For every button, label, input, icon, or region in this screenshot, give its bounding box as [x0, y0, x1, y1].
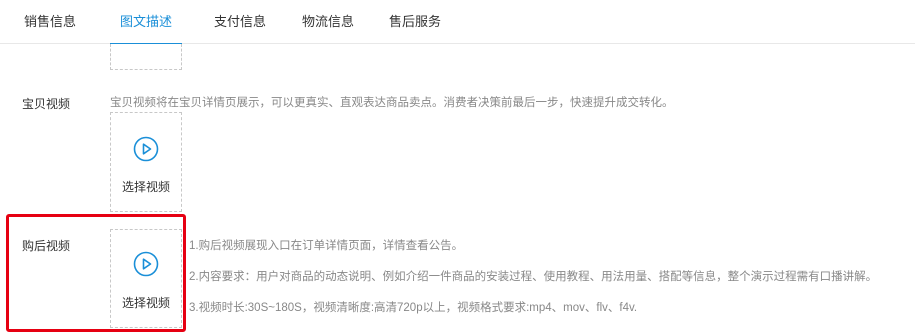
video-section-label: 宝贝视频: [22, 97, 71, 111]
tab-payment-info[interactable]: 支付信息: [214, 0, 266, 44]
play-circle-icon: [133, 136, 159, 162]
previous-upload-box: [110, 44, 182, 70]
tab-bar: 销售信息 图文描述 支付信息 物流信息 售后服务: [0, 0, 915, 45]
video-upload-button[interactable]: 选择视频: [110, 112, 182, 212]
tab-sales-info[interactable]: 销售信息: [24, 0, 76, 44]
tab-after-sales[interactable]: 售后服务: [389, 0, 441, 44]
after-purchase-note-1: 1.购后视频展现入口在订单详情页面，详情查看公告。: [189, 240, 464, 252]
tab-logistics-info[interactable]: 物流信息: [302, 0, 354, 44]
tab-graphic-description[interactable]: 图文描述: [110, 0, 182, 45]
video-section-description: 宝贝视频将在宝贝详情页展示，可以更真实、直观表达商品卖点。消费者决策前最后一步，…: [110, 97, 674, 109]
highlight-annotation-box: [6, 214, 186, 332]
after-purchase-note-3: 3.视频时长:30S~180S，视频清晰度:高清720p以上，视频格式要求:mp…: [189, 302, 638, 314]
after-purchase-note-2: 2.内容要求：用户对商品的动态说明、例如介绍一件商品的安装过程、使用教程、用法用…: [189, 271, 878, 283]
video-upload-label: 选择视频: [121, 180, 170, 194]
